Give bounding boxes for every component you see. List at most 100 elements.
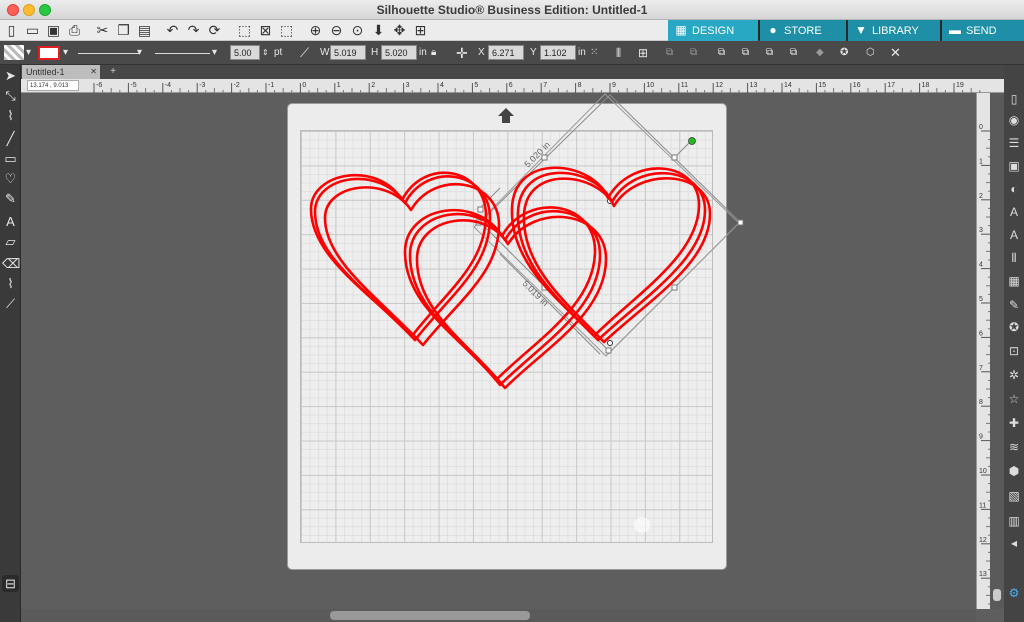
fit-page-icon[interactable]: ⊞ xyxy=(412,22,429,39)
hexagon-icon[interactable]: ⬢ xyxy=(1006,463,1022,480)
ungroup-icon[interactable]: ⧉ xyxy=(690,44,697,62)
undo-icon[interactable]: ↶ xyxy=(164,22,181,39)
save-icon[interactable]: ▣ xyxy=(45,22,62,39)
draw-mode-icon[interactable]: ⬚ xyxy=(278,22,295,39)
zoom-select-icon[interactable]: ⊙ xyxy=(349,22,366,39)
settings-gear-icon[interactable]: ⚙ xyxy=(1006,585,1022,602)
puzzle-icon[interactable]: ✚ xyxy=(1006,415,1022,432)
center-icon[interactable]: ⊞ xyxy=(638,44,648,62)
chevron-down-icon[interactable]: ▾ xyxy=(26,44,31,62)
3d-box-icon[interactable]: ⬡ xyxy=(866,44,875,62)
vertical-scrollbar[interactable] xyxy=(990,93,1004,609)
pen-icon[interactable]: ✎ xyxy=(1006,297,1022,314)
ruler-tick-label: -5 xyxy=(130,82,136,89)
line-width-input[interactable]: 5.00 xyxy=(230,45,260,60)
palette-icon[interactable]: ◉ xyxy=(1006,112,1022,129)
doc-tab-label: Untitled-1 xyxy=(26,67,65,77)
chevron-down-icon[interactable]: ▾ xyxy=(212,44,217,62)
ruler-tick-label: 10 xyxy=(646,82,654,89)
zoom-out-icon[interactable]: ⊖ xyxy=(328,22,345,39)
arrow-left-icon[interactable]: ◂ xyxy=(1006,535,1022,552)
bring-forward-icon[interactable]: ⧉ xyxy=(742,44,749,62)
star-badge-icon[interactable]: ✪ xyxy=(1006,319,1022,336)
close-icon[interactable]: ✕ xyxy=(890,44,901,62)
align-icon[interactable]: ⫴ xyxy=(616,44,621,62)
deselect-icon[interactable]: ⊠ xyxy=(257,22,274,39)
sparkle-icon[interactable]: ✲ xyxy=(1006,367,1022,384)
horizontal-ruler[interactable]: 13.174 , 9.013 -6 -5 -4 -3 -2 -1 0 1 2 3 4 5 6 7 8 9 10 1… xyxy=(21,79,1004,93)
line-join-dropdown[interactable] xyxy=(155,44,210,54)
eyedropper-icon[interactable]: ⟋ xyxy=(2,295,19,312)
refresh-icon[interactable]: ⟳ xyxy=(206,22,223,39)
line-tool-icon[interactable]: ╱ xyxy=(2,130,19,147)
layers-icon[interactable]: ▧ xyxy=(1006,488,1022,505)
shape-icon[interactable]: ♡ xyxy=(2,170,19,187)
line-style-dropdown[interactable] xyxy=(78,44,140,54)
line-color-swatch[interactable] xyxy=(38,46,60,60)
line-tool-icon[interactable]: ⟋ xyxy=(300,44,309,62)
copy-icon[interactable]: ❐ xyxy=(115,22,132,39)
anchor-grid-icon[interactable]: ⁙ xyxy=(590,44,598,62)
tab-untitled-1[interactable]: Untitled-1 ✕ xyxy=(22,65,100,79)
tab-send[interactable]: ▬ SEND xyxy=(942,20,1024,41)
star-outline-icon[interactable]: ☆ xyxy=(1006,391,1022,408)
x-position-input[interactable]: 6.271 xyxy=(488,45,524,60)
chevron-down-icon[interactable]: ▾ xyxy=(63,44,68,62)
select-arrow-icon[interactable]: ➤ xyxy=(2,67,19,84)
stepper-icon[interactable]: ⇕ xyxy=(262,44,269,62)
open-folder-icon[interactable]: ▭ xyxy=(24,22,41,39)
shadow-icon[interactable]: ◆ xyxy=(816,44,824,62)
pan-icon[interactable]: ✥ xyxy=(391,22,408,39)
fill-panel-icon[interactable]: ▣ xyxy=(1006,158,1022,175)
text-style-icon[interactable]: A xyxy=(1006,204,1022,221)
eraser-icon[interactable]: ⌫ xyxy=(2,255,20,272)
redo-icon[interactable]: ↷ xyxy=(185,22,202,39)
trash-icon[interactable]: ⊟ xyxy=(2,575,19,592)
pencil-icon[interactable]: ✎ xyxy=(2,190,19,207)
move-icon[interactable]: ✛ xyxy=(456,44,468,62)
move-down-icon[interactable]: ⬇ xyxy=(370,22,387,39)
align-panel-icon[interactable]: ⫴ xyxy=(1006,250,1022,267)
send-backward-icon[interactable]: ⧉ xyxy=(766,44,773,62)
tab-store[interactable]: ● STORE xyxy=(760,20,846,41)
page-setup-icon[interactable]: ▯ xyxy=(1006,91,1022,108)
knife-icon[interactable]: ⌇ xyxy=(2,107,19,124)
scroll-thumb[interactable] xyxy=(330,611,530,620)
tab-design[interactable]: ▦ DESIGN xyxy=(668,20,758,41)
star-icon[interactable]: ✪ xyxy=(840,44,848,62)
point-edit-icon[interactable]: ⤡ xyxy=(2,87,19,104)
print-icon[interactable]: ⎙ xyxy=(66,22,83,39)
cut-icon[interactable]: ✂ xyxy=(94,22,111,39)
font-icon[interactable]: A xyxy=(1006,227,1022,244)
zoom-in-icon[interactable]: ⊕ xyxy=(307,22,324,39)
mat-grid[interactable] xyxy=(300,130,713,543)
lock-icon[interactable]: 🔒︎ xyxy=(431,44,436,62)
contrast-icon[interactable]: ◐ xyxy=(1006,181,1022,198)
height-input[interactable]: 5.020 xyxy=(381,45,417,60)
warp-icon[interactable]: ≋ xyxy=(1006,439,1022,456)
tab-library[interactable]: ▼ LIBRARY xyxy=(848,20,940,41)
width-input[interactable]: 5.019 xyxy=(330,45,366,60)
vertical-ruler[interactable]: 0 1 2 3 4 5 6 7 8 9 10 11 12 13 xyxy=(976,93,991,609)
y-position-input[interactable]: 1.102 xyxy=(540,45,576,60)
line-style-icon[interactable]: ☰ xyxy=(1006,135,1022,152)
fill-pattern-swatch[interactable] xyxy=(4,45,24,60)
text-icon[interactable]: A xyxy=(2,213,19,230)
trace-icon[interactable]: ⊡ xyxy=(1006,343,1022,360)
paste-icon[interactable]: ▤ xyxy=(136,22,153,39)
new-doc-icon[interactable]: ▯ xyxy=(3,22,20,39)
add-tab-button[interactable]: + xyxy=(107,65,119,79)
brush-icon[interactable]: ⌇ xyxy=(2,275,19,292)
send-back-icon[interactable]: ⧉ xyxy=(790,44,797,62)
select-all-icon[interactable]: ⬚ xyxy=(236,22,253,39)
bring-front-icon[interactable]: ⧉ xyxy=(718,44,725,62)
close-tab-icon[interactable]: ✕ xyxy=(90,65,97,79)
library-panel-icon[interactable]: ▥ xyxy=(1006,513,1022,530)
chevron-down-icon[interactable]: ▾ xyxy=(137,44,142,62)
horizontal-scrollbar[interactable] xyxy=(21,609,976,622)
replicate-icon[interactable]: ▦ xyxy=(1006,273,1022,290)
fill-icon[interactable]: ▱ xyxy=(2,233,19,250)
rectangle-icon[interactable]: ▭ xyxy=(2,150,19,167)
group-icon[interactable]: ⧉ xyxy=(666,44,673,62)
scroll-thumb[interactable] xyxy=(993,589,1001,601)
